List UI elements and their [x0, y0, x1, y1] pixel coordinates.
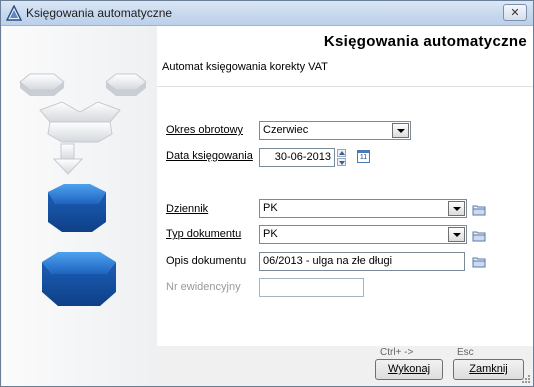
- blue-block-upper: [48, 184, 106, 232]
- footer-bar: Ctrl+ -> Esc Wykonaj Zamknij: [157, 346, 533, 386]
- doc-type-value: PK: [263, 228, 278, 240]
- close-shortcut-hint: Esc: [457, 347, 474, 358]
- calendar-icon[interactable]: 11: [357, 150, 370, 163]
- decorative-illustration-panel: [2, 26, 157, 386]
- close-icon: ✕: [510, 7, 520, 19]
- page-subtitle: Automat księgowania korekty VAT: [162, 61, 328, 73]
- journal-value: PK: [263, 202, 278, 214]
- date-value: 30-06-2013: [274, 151, 331, 163]
- white-block-right: [105, 73, 147, 96]
- doc-type-label: Typ dokumentu: [166, 228, 242, 240]
- doc-desc-value: 06/2013 - ulga na złe długi: [263, 255, 393, 267]
- page-title: Księgowania automatyczne: [323, 33, 527, 50]
- header-divider: [157, 86, 533, 87]
- blue-block-lower: [42, 252, 116, 306]
- window-title: Księgowania automatyczne: [26, 6, 173, 20]
- down-arrow-shape: [52, 143, 84, 175]
- execute-shortcut-hint: Ctrl+ ->: [380, 347, 414, 358]
- journal-label: Dziennik: [166, 203, 209, 215]
- resize-grip-icon[interactable]: [521, 374, 531, 384]
- spin-up-icon[interactable]: [337, 149, 346, 157]
- triangle-app-icon: [6, 5, 22, 21]
- date-label: Data księgowania: [166, 150, 253, 162]
- white-block-left: [19, 73, 65, 96]
- chevron-down-icon[interactable]: [448, 227, 465, 242]
- reg-no-label: Nr ewidencyjny: [166, 281, 241, 293]
- folder-icon-journal[interactable]: [472, 204, 487, 216]
- folder-icon-doc-type[interactable]: [472, 230, 487, 242]
- close-window-button[interactable]: ✕: [503, 4, 527, 21]
- date-spinner[interactable]: [337, 149, 346, 166]
- period-dropdown[interactable]: Czerwiec: [259, 121, 411, 140]
- title-bar[interactable]: Księgowania automatyczne ✕: [1, 1, 533, 26]
- spin-down-icon[interactable]: [337, 158, 346, 166]
- execute-button[interactable]: Wykonaj: [375, 359, 443, 380]
- date-input[interactable]: 30-06-2013: [259, 148, 335, 167]
- reg-no-input[interactable]: [259, 278, 364, 297]
- close-button[interactable]: Zamknij: [453, 359, 524, 380]
- chevron-down-icon[interactable]: [392, 123, 409, 138]
- folder-icon-doc-desc[interactable]: [472, 256, 487, 268]
- period-label: Okres obrotowy: [166, 124, 244, 136]
- doc-desc-label: Opis dokumentu: [166, 255, 247, 267]
- chevron-down-icon[interactable]: [448, 201, 465, 216]
- process-illustration: [19, 73, 147, 306]
- form-content: Księgowania automatyczne Automat księgow…: [157, 26, 533, 346]
- period-value: Czerwiec: [263, 124, 309, 136]
- doc-type-dropdown[interactable]: PK: [259, 225, 467, 244]
- doc-desc-input[interactable]: 06/2013 - ulga na złe długi: [259, 252, 465, 271]
- white-merge-shape: [39, 101, 121, 143]
- journal-dropdown[interactable]: PK: [259, 199, 467, 218]
- dialog-window: Księgowania automatyczne ✕ Księgowania a…: [0, 0, 534, 387]
